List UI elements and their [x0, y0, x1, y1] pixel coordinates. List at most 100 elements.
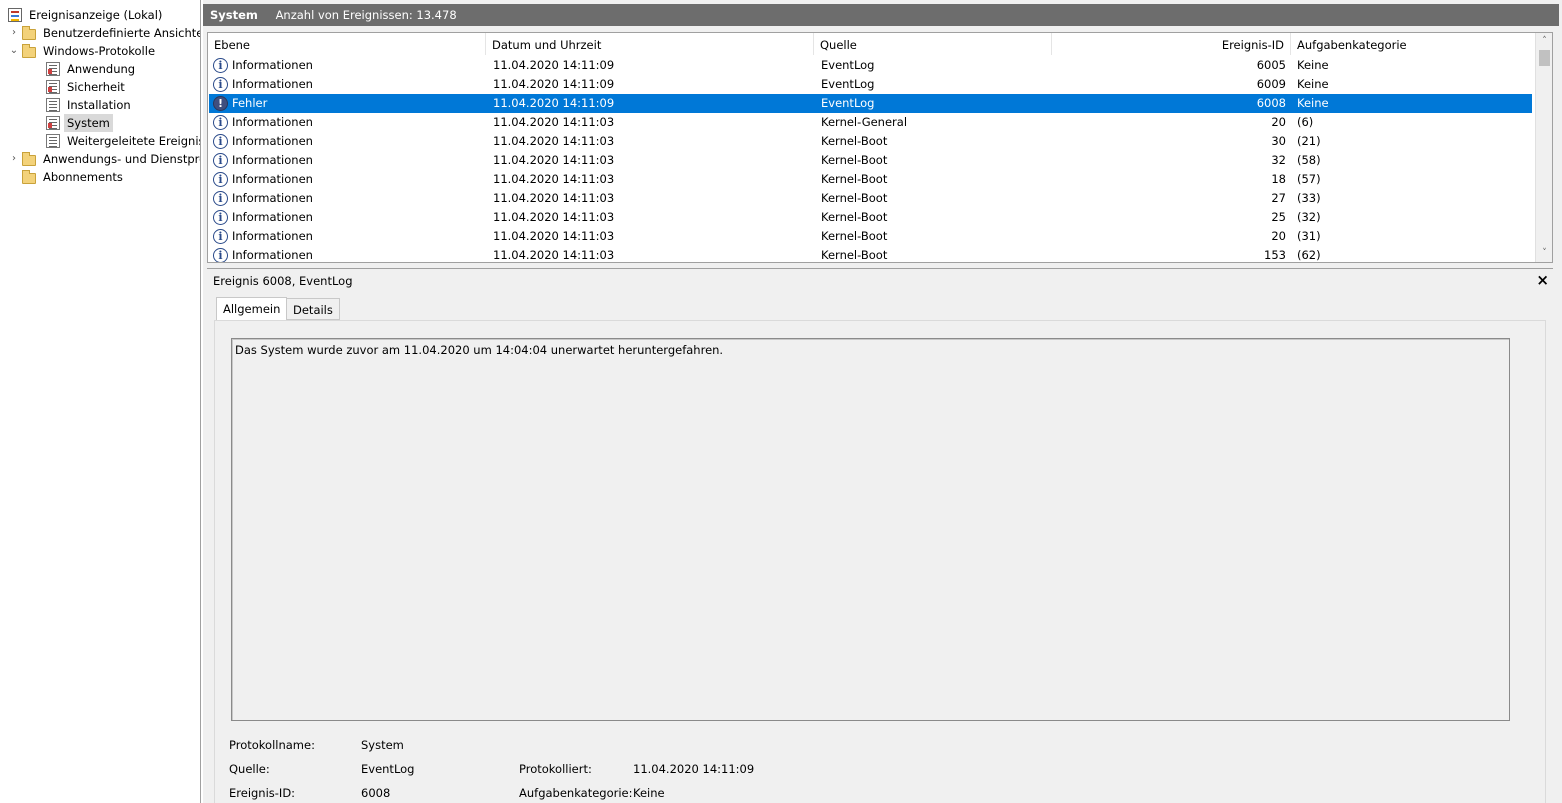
column-header-date[interactable]: Datum und Uhrzeit [486, 33, 814, 55]
event-details-pane: Ereignis 6008, EventLog × Allgemein Deta… [207, 268, 1553, 803]
table-row[interactable]: i Informationen 11.04.2020 14:11:03 Kernel-… [209, 151, 1532, 170]
tab-details[interactable]: Details [286, 298, 340, 320]
general-tab-content: Das System wurde zuvor am 11.04.2020 um … [214, 320, 1546, 803]
cell-event-id: 25 [1271, 210, 1286, 224]
cell-date: 11.04.2020 14:11:03 [493, 248, 615, 262]
cell-level: Informationen [232, 229, 313, 243]
tree-item-security[interactable]: Sicherheit [46, 78, 128, 96]
scroll-down-arrow-icon[interactable]: ˅ [1536, 246, 1552, 261]
close-icon[interactable]: × [1536, 270, 1549, 290]
table-row[interactable]: i Informationen 11.04.2020 14:11:03 Kernel-… [209, 189, 1532, 208]
tree-item-application[interactable]: Anwendung [46, 60, 138, 78]
prop-logname-value[interactable]: System [361, 737, 404, 753]
cell-event-id: 32 [1271, 153, 1286, 167]
event-description[interactable]: Das System wurde zuvor am 11.04.2020 um … [231, 338, 1510, 721]
cell-date: 11.04.2020 14:11:03 [493, 210, 615, 224]
chevron-right-icon[interactable]: › [8, 150, 20, 168]
cell-task-category: (33) [1297, 191, 1321, 205]
tree-item-windows-logs[interactable]: ⌄ Windows-Protokolle [8, 42, 158, 60]
table-row[interactable]: i Informationen 11.04.2020 14:11:03 Kernel-… [209, 227, 1532, 246]
cell-task-category: (57) [1297, 172, 1321, 186]
cell-task-category: (21) [1297, 134, 1321, 148]
tree-item-app-service-logs[interactable]: › Anwendungs- und Dienstprotokolle [8, 150, 200, 168]
scroll-up-arrow-icon[interactable]: ˄ [1536, 34, 1552, 49]
info-icon: i [213, 210, 228, 225]
table-row[interactable]: i Informationen 11.04.2020 14:11:03 Kernel-… [209, 246, 1532, 262]
cell-date: 11.04.2020 14:11:09 [493, 77, 615, 91]
tab-general[interactable]: Allgemein [216, 297, 288, 321]
event-count: Anzahl von Ereignissen: 13.478 [275, 8, 457, 22]
folder-icon [22, 151, 36, 166]
cell-event-id: 6005 [1256, 58, 1286, 72]
tree-item-event-viewer-local[interactable]: Ereignisanzeige (Lokal) [8, 6, 165, 24]
chevron-down-icon[interactable]: ⌄ [8, 42, 20, 60]
scrollbar-thumb[interactable] [1539, 50, 1550, 66]
event-viewer-icon [8, 8, 22, 22]
cell-date: 11.04.2020 14:11:03 [493, 134, 615, 148]
table-row[interactable]: i Informationen 11.04.2020 14:11:03 Kernel-… [209, 113, 1532, 132]
cell-level: Informationen [232, 77, 313, 91]
info-icon: i [213, 153, 228, 168]
grid-header: Ebene Datum und Uhrzeit Quelle Ereignis-… [208, 33, 1536, 55]
column-header-task-category[interactable]: Aufgabenkategorie [1291, 33, 1536, 55]
log-header-bar: System Anzahl von Ereignissen: 13.478 [203, 4, 1559, 26]
cell-source: Kernel-Boot [821, 172, 888, 186]
prop-eventid-value[interactable]: 6008 [361, 785, 390, 801]
tree-item-custom-views[interactable]: › Benutzerdefinierte Ansichten [8, 24, 200, 42]
column-header-level[interactable]: Ebene [208, 33, 486, 55]
cell-source: EventLog [821, 77, 875, 91]
info-icon: i [213, 172, 228, 187]
cell-source: EventLog [821, 58, 875, 72]
tree-item-system[interactable]: System [46, 114, 113, 132]
prop-source-value[interactable]: EventLog [361, 761, 415, 777]
cell-date: 11.04.2020 14:11:09 [493, 58, 615, 72]
cell-event-id: 30 [1271, 134, 1286, 148]
tree-item-forwarded-events[interactable]: Weitergeleitete Ereignisse [46, 132, 200, 150]
log-icon [46, 62, 60, 76]
column-header-event-id[interactable]: Ereignis-ID [1052, 33, 1291, 55]
cell-event-id: 20 [1271, 115, 1286, 129]
prop-logname-label: Protokollname: [229, 738, 315, 752]
prop-eventid-label: Ereignis-ID: [229, 786, 296, 800]
table-row[interactable]: i Informationen 11.04.2020 14:11:03 Kernel-… [209, 170, 1532, 189]
cell-event-id: 6009 [1256, 77, 1286, 91]
table-row[interactable]: i Informationen 11.04.2020 14:11:03 Kernel-… [209, 208, 1532, 227]
table-row[interactable]: i Informationen 11.04.2020 14:11:09 EventLo… [209, 75, 1532, 94]
tree-item-label: Installation [67, 98, 131, 112]
prop-source-label: Quelle: [229, 762, 270, 776]
prop-logged-value[interactable]: 11.04.2020 14:11:09 [633, 761, 754, 777]
grid-vertical-scrollbar[interactable]: ˄ ˅ [1535, 33, 1552, 262]
cell-level: Informationen [232, 172, 313, 186]
cell-date: 11.04.2020 14:11:03 [493, 229, 615, 243]
tree-item-label: Abonnements [43, 170, 123, 184]
cell-task-category: (31) [1297, 229, 1321, 243]
cell-source: EventLog [821, 96, 875, 110]
cell-date: 11.04.2020 14:11:03 [493, 172, 615, 186]
cell-date: 11.04.2020 14:11:03 [493, 115, 615, 129]
tree-item-setup[interactable]: Installation [46, 96, 134, 114]
log-icon [46, 80, 60, 94]
prop-task-value[interactable]: Keine [633, 785, 665, 801]
cell-source: Kernel-Boot [821, 248, 888, 262]
tree-item-subscriptions[interactable]: Abonnements [22, 168, 126, 186]
subscription-icon [22, 169, 36, 184]
chevron-right-icon[interactable]: › [8, 24, 20, 42]
table-row[interactable]: ! Fehler 11.04.2020 14:11:09 EventLog 6008 Ke… [209, 94, 1532, 113]
folder-icon [22, 25, 36, 40]
log-title: System [210, 8, 258, 22]
tree-item-label: Anwendung [67, 62, 136, 76]
log-icon [46, 134, 60, 148]
cell-source: Kernel-Boot [821, 134, 888, 148]
info-icon: i [213, 115, 228, 130]
cell-source: Kernel-General [821, 115, 908, 129]
table-row[interactable]: i Informationen 11.04.2020 14:11:03 Kernel-… [209, 132, 1532, 151]
table-row[interactable]: i Informationen 11.04.2020 14:11:09 EventLo… [209, 56, 1532, 75]
navigation-tree: Ereignisanzeige (Lokal) › Benutzerdefini… [0, 0, 201, 803]
info-icon: i [213, 77, 228, 92]
tree-item-label: Ereignisanzeige (Lokal) [29, 8, 163, 22]
column-header-source[interactable]: Quelle [814, 33, 1052, 55]
cell-task-category: (32) [1297, 210, 1321, 224]
folder-icon [22, 43, 36, 58]
log-icon [46, 98, 60, 112]
info-icon: i [213, 248, 228, 262]
